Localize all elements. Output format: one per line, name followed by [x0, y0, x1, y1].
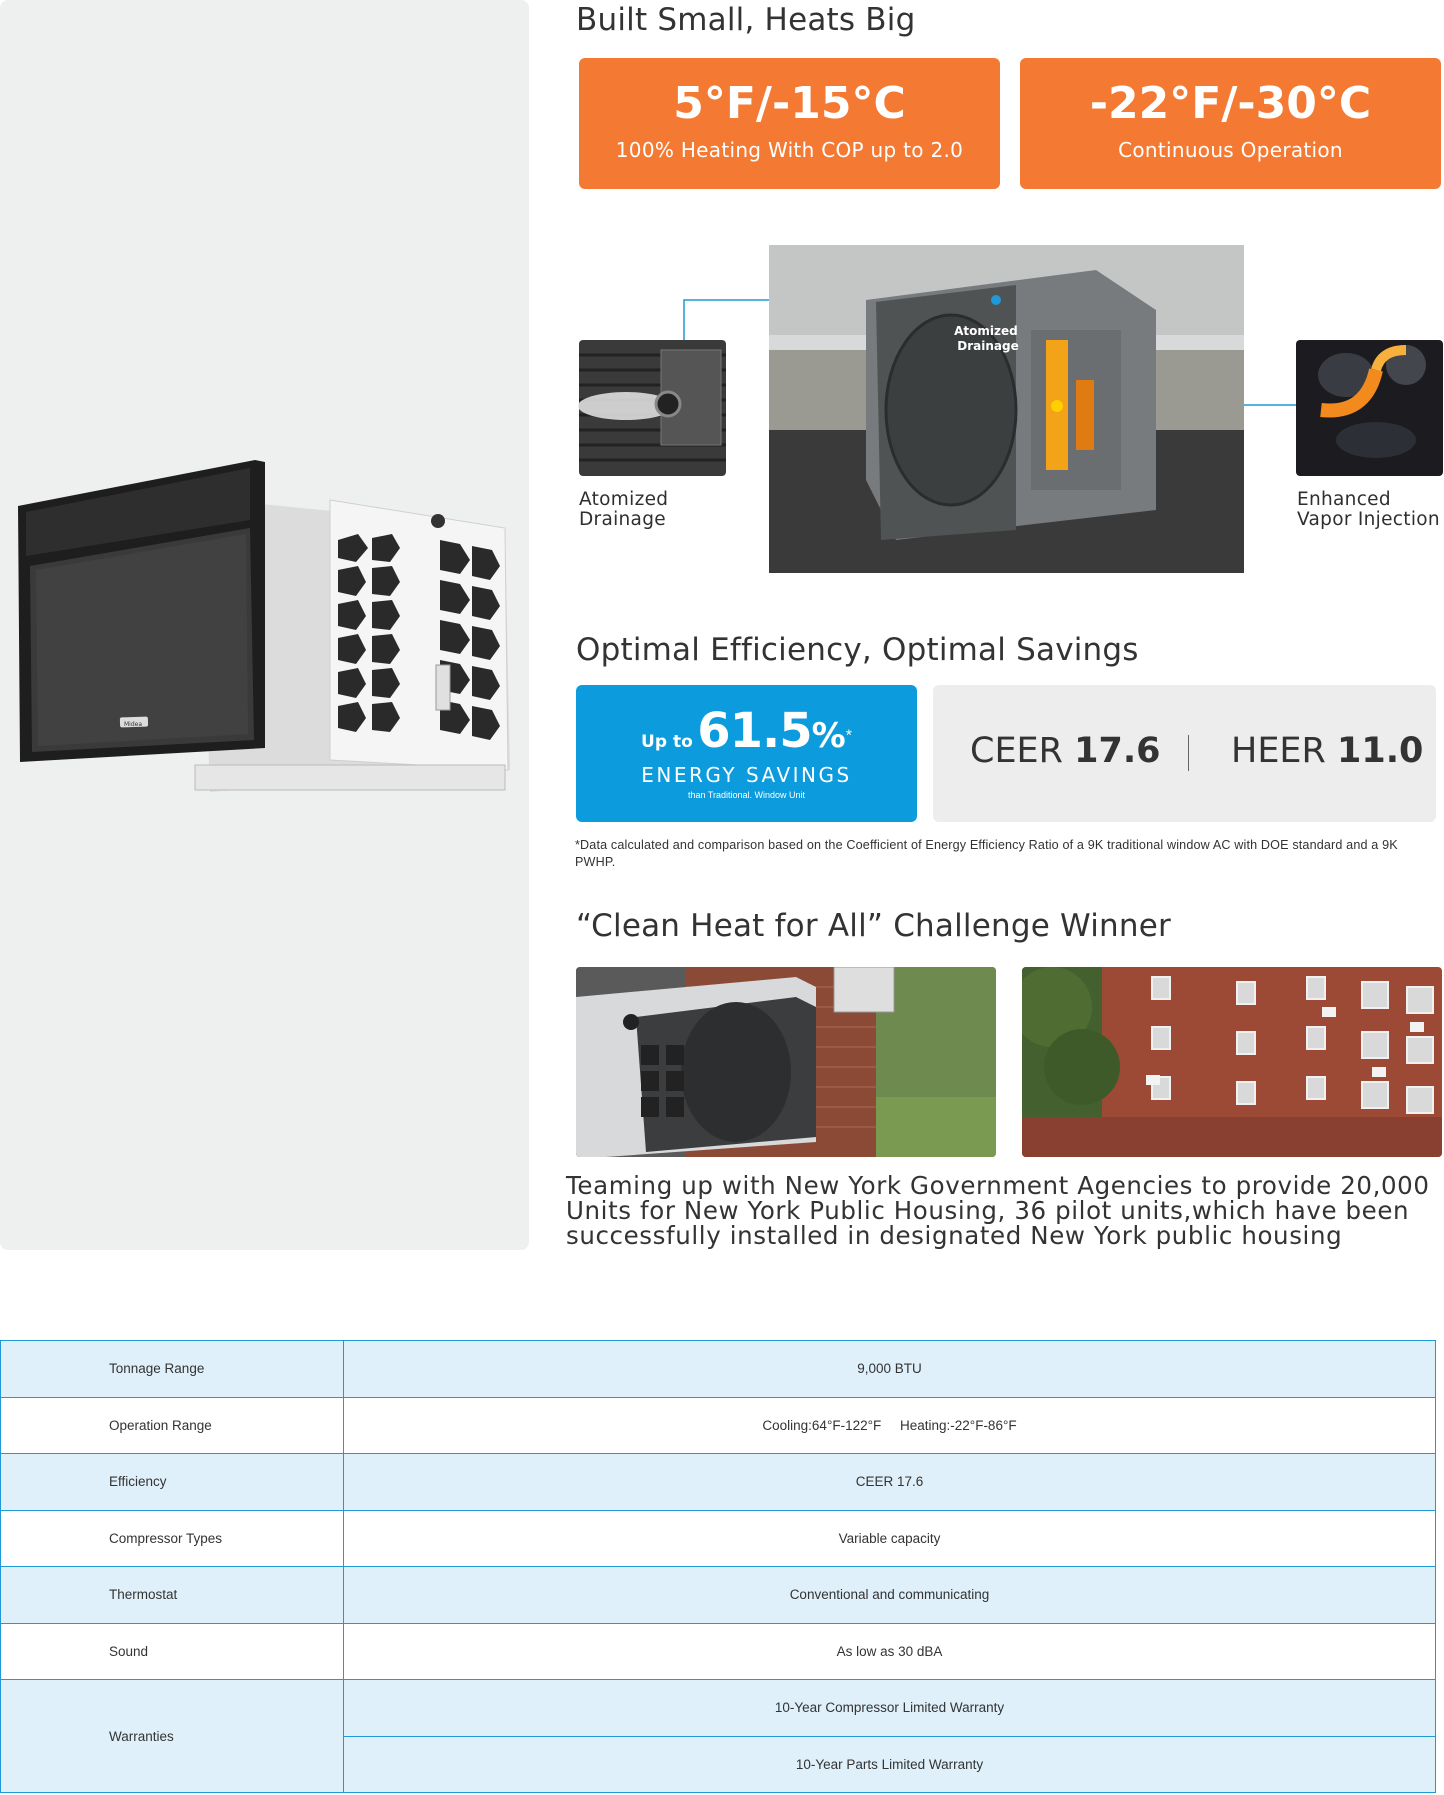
- ratings-card: CEER 17.6 HEER 11.0: [933, 685, 1436, 822]
- table-row: Compressor Types Variable capacity: [0, 1509, 1436, 1567]
- heading-optimal-efficiency: Optimal Efficiency, Optimal Savings: [576, 632, 1139, 668]
- product-panel: Midea: [0, 0, 529, 1250]
- ceer-rating: CEER 17.6: [970, 731, 1161, 771]
- savings-asterisk: *: [845, 727, 852, 745]
- overlay-atomized-line2: Drainage: [957, 339, 1018, 353]
- spec-value: As low as 30 dBA: [343, 1622, 1436, 1680]
- spec-table: Tonnage Range 9,000 BTU Operation Range …: [0, 1340, 1436, 1793]
- heading-clean-heat-winner: “Clean Heat for All” Challenge Winner: [576, 908, 1171, 944]
- ceer-value: 17.6: [1074, 731, 1161, 771]
- window-heat-pump-product-image: Midea: [18, 460, 510, 792]
- energy-savings-label: ENERGY SAVINGS: [641, 763, 852, 787]
- ceer-label: CEER: [970, 731, 1063, 771]
- temp-card-1-caption: 100% Heating With COP up to 2.0: [615, 138, 964, 162]
- spec-value: CEER 17.6: [343, 1453, 1436, 1511]
- heading-built-small: Built Small, Heats Big: [576, 2, 916, 38]
- savings-percent-line: Up to 61.5%*: [576, 703, 917, 759]
- svg-text:Atomized Drainage: Atomized Drainage: [954, 324, 1022, 353]
- atomized-drainage-label: Atomized Drainage: [579, 489, 669, 530]
- spec-label: Operation Range: [0, 1396, 344, 1454]
- spec-value: Variable capacity: [343, 1509, 1436, 1567]
- spec-value-warranty-parts: 10-Year Parts Limited Warranty: [343, 1735, 1436, 1793]
- table-row: Efficiency CEER 17.6: [0, 1453, 1436, 1511]
- table-row: Warranties 10-Year Compressor Limited Wa…: [0, 1679, 1436, 1793]
- temp-card-2-caption: Continuous Operation: [1118, 138, 1343, 162]
- than-traditional-label: than Traditional. Window Unit: [687, 790, 806, 800]
- public-housing-building-photo: [1022, 967, 1442, 1157]
- temp-card-1: 5°F/-15°C 100% Heating With COP up to 2.…: [579, 58, 1000, 189]
- table-row: Operation Range Cooling:64°F-122°F Heati…: [0, 1396, 1436, 1454]
- ratings-divider: [1188, 735, 1189, 771]
- heer-value: 11.0: [1337, 731, 1424, 771]
- spec-value-warranty-compressor: 10-Year Compressor Limited Warranty: [343, 1679, 1436, 1737]
- footnote: *Data calculated and comparison based on…: [575, 838, 1398, 869]
- spec-label: Tonnage Range: [0, 1340, 344, 1398]
- teamup-description: Teaming up with New York Government Agen…: [566, 1171, 1430, 1250]
- product-logo: Midea: [124, 721, 142, 728]
- spec-label: Sound: [0, 1622, 344, 1680]
- savings-up-to: Up to: [641, 732, 693, 752]
- enhanced-vapor-injection-label: Enhanced Vapor Injection: [1297, 489, 1440, 530]
- heer-label: HEER: [1231, 731, 1326, 771]
- table-row: Tonnage Range 9,000 BTU: [0, 1340, 1436, 1398]
- savings-number: 61.5: [697, 703, 812, 759]
- energy-savings-card: Up to 61.5%* ENERGY SAVINGS than Traditi…: [576, 685, 917, 822]
- spec-label: Efficiency: [0, 1453, 344, 1511]
- installed-unit-photo: [576, 967, 996, 1157]
- savings-percent-sign: %: [811, 716, 846, 756]
- spec-value: 9,000 BTU: [343, 1340, 1436, 1398]
- temp-card-2: -22°F/-30°C Continuous Operation: [1020, 58, 1441, 189]
- spec-value: Conventional and communicating: [343, 1566, 1436, 1624]
- spec-label: Compressor Types: [0, 1509, 344, 1567]
- spec-label: Thermostat: [0, 1566, 344, 1624]
- table-row: Sound As low as 30 dBA: [0, 1622, 1436, 1680]
- overlay-atomized-line1: Atomized: [954, 324, 1018, 338]
- spec-value: Cooling:64°F-122°F Heating:-22°F-86°F: [343, 1396, 1436, 1454]
- temp-card-1-value: 5°F/-15°C: [673, 78, 906, 129]
- spec-label-warranties: Warranties: [0, 1679, 344, 1793]
- temp-card-2-value: -22°F/-30°C: [1089, 78, 1372, 129]
- table-row: Thermostat Conventional and communicatin…: [0, 1566, 1436, 1624]
- heer-rating: HEER 11.0: [1231, 731, 1423, 771]
